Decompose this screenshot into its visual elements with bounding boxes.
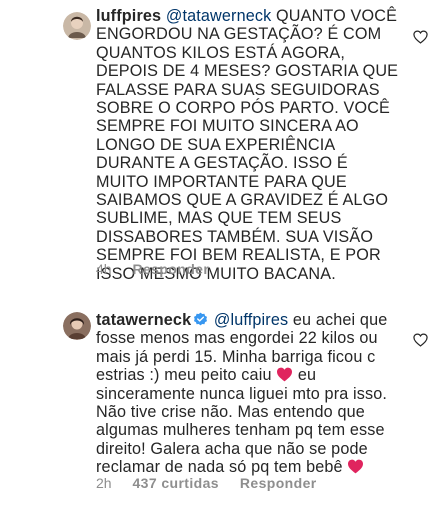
comment-mention[interactable]: @tatawerneck bbox=[166, 7, 272, 25]
heart-outline-icon[interactable] bbox=[413, 30, 428, 44]
comment-body: QUANTO VOCÊ ENGORDOU NA GESTAÇÃO? É COM … bbox=[96, 7, 403, 283]
comment-meta: 2h 437 curtidas Responder bbox=[96, 475, 334, 491]
avatar[interactable] bbox=[63, 12, 91, 40]
comment-time[interactable]: 2h bbox=[96, 475, 112, 491]
comment-mention[interactable]: @luffpires bbox=[214, 311, 288, 329]
red-heart-emoji-icon bbox=[277, 367, 293, 382]
comment-text: luffpires @tatawerneck QUANTO VOCÊ ENGOR… bbox=[96, 7, 404, 283]
comment-text: tatawerneck @luffpires eu achei que foss… bbox=[96, 311, 404, 477]
verified-badge-icon bbox=[194, 312, 208, 326]
avatar-image bbox=[63, 12, 91, 40]
likes-count[interactable]: 437 curtidas bbox=[132, 475, 219, 491]
avatar[interactable] bbox=[63, 312, 91, 340]
red-heart-emoji-icon bbox=[348, 459, 364, 474]
reply-button[interactable]: Responder bbox=[132, 261, 209, 277]
reply-button[interactable]: Responder bbox=[240, 475, 317, 491]
comment-username[interactable]: luffpires bbox=[96, 7, 161, 25]
comment-meta: 4h Responder bbox=[96, 261, 226, 277]
avatar-image bbox=[63, 312, 91, 340]
heart-outline-icon[interactable] bbox=[413, 333, 428, 347]
comment-time[interactable]: 4h bbox=[96, 261, 112, 277]
comment-username[interactable]: tatawerneck bbox=[96, 311, 191, 329]
